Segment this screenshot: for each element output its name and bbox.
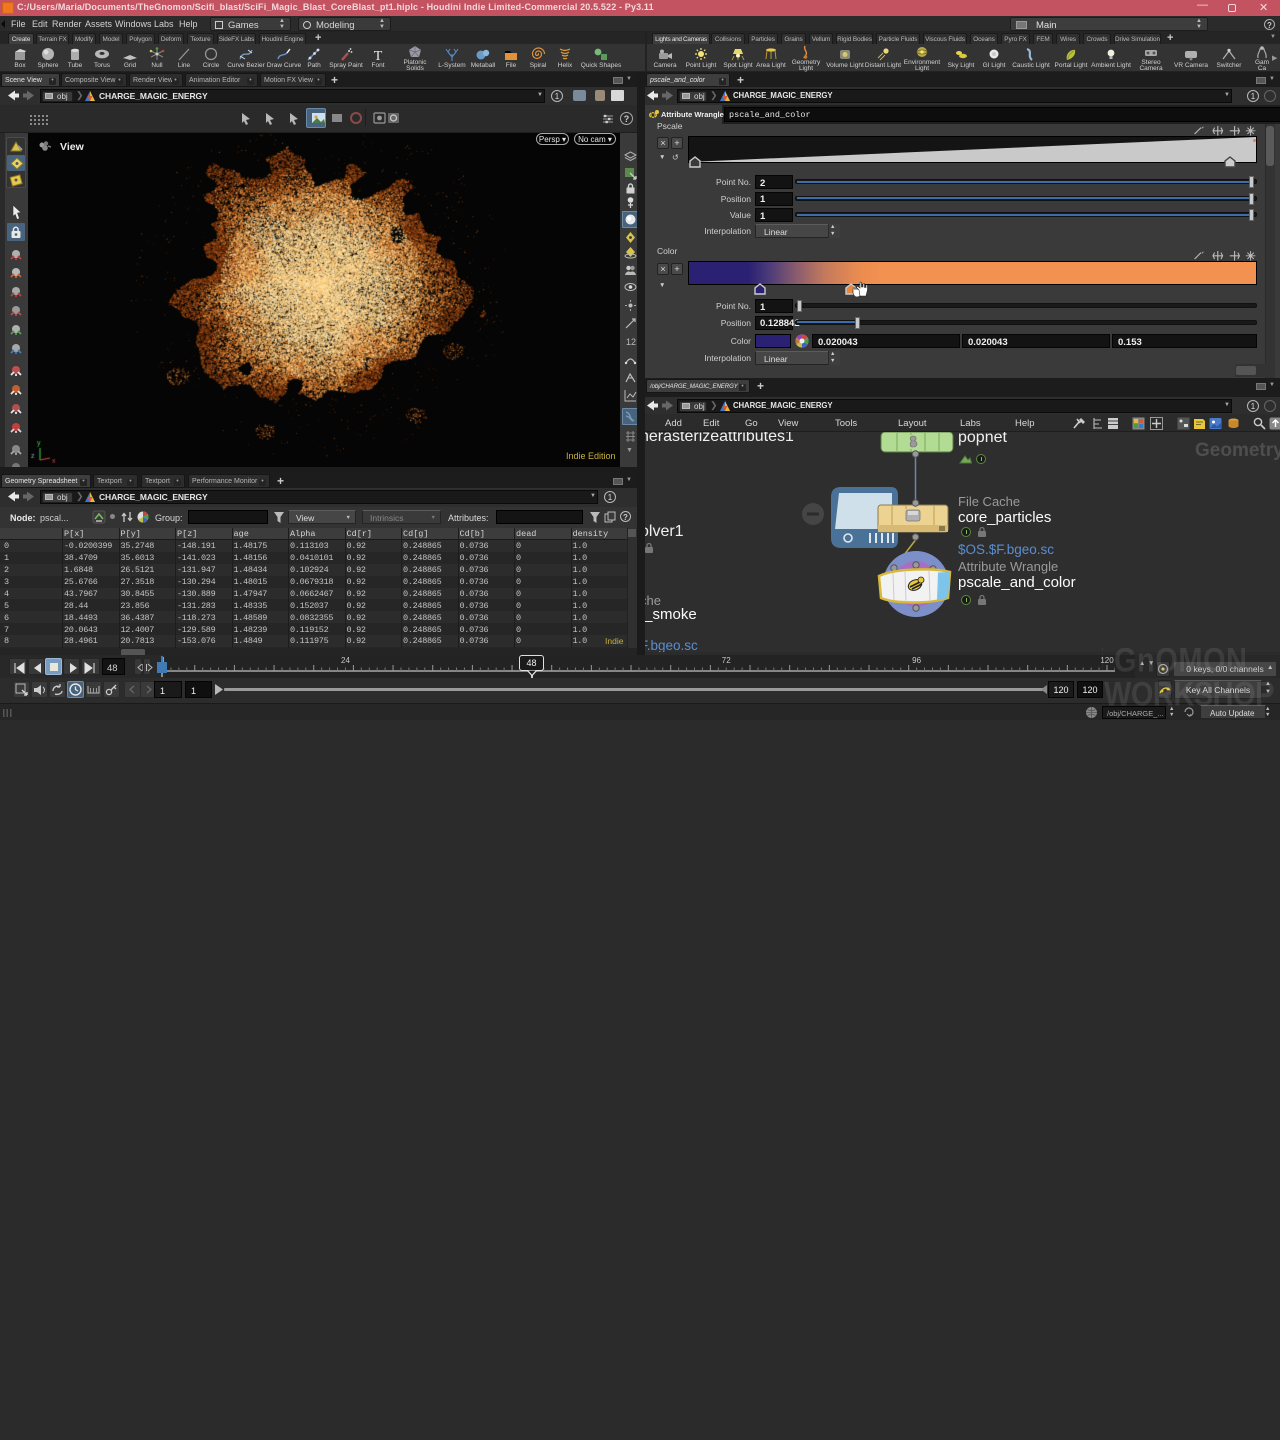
svg-text:T: T bbox=[374, 49, 383, 62]
svg-text:12: 12 bbox=[626, 337, 636, 347]
